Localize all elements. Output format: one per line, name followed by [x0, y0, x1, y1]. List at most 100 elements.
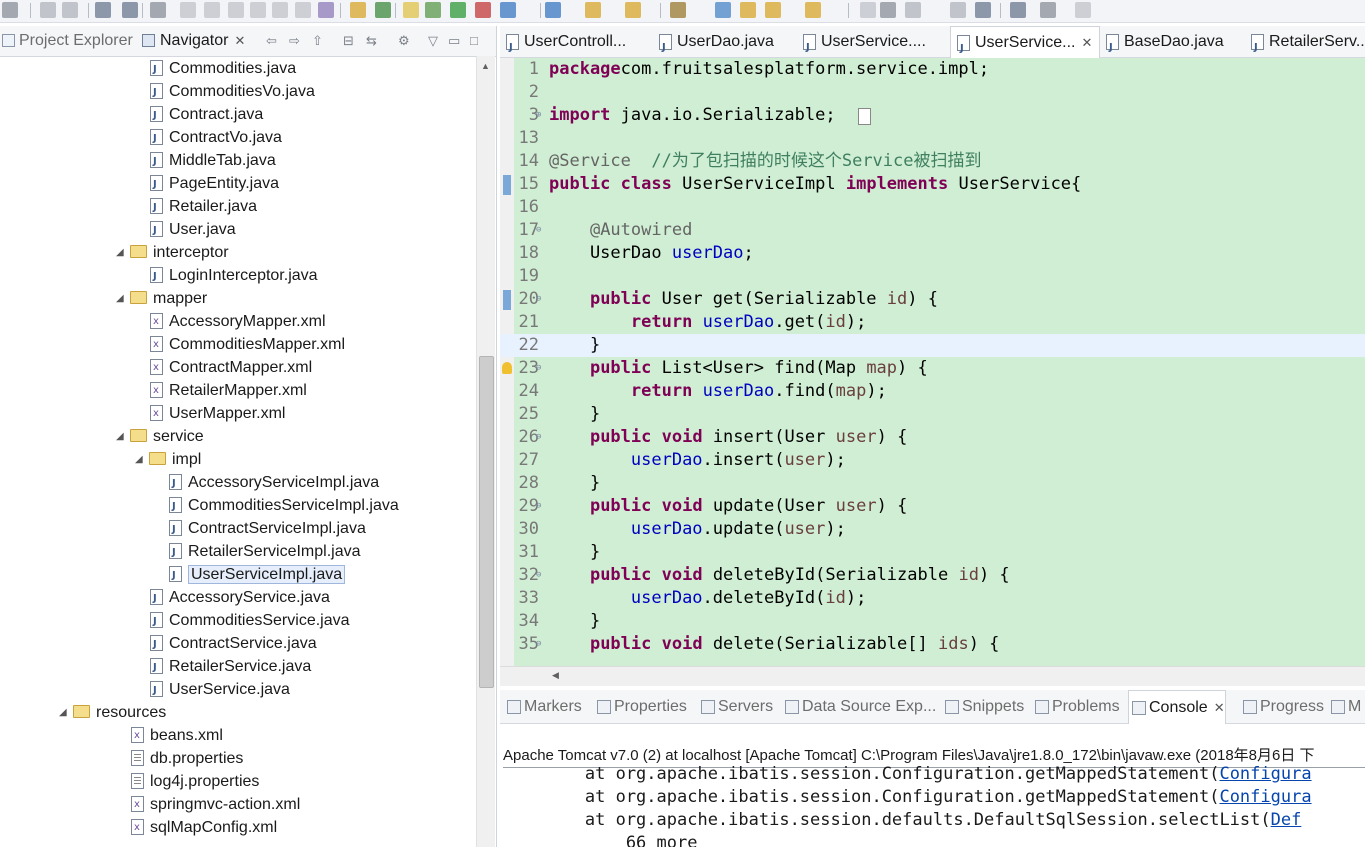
- tree-file[interactable]: MiddleTab.java: [150, 149, 276, 173]
- maximize-icon[interactable]: □: [470, 33, 478, 48]
- tree-file[interactable]: UserServiceImpl.java: [169, 563, 346, 587]
- tree-folder[interactable]: ◢ resources: [59, 701, 166, 724]
- tree-file[interactable]: Commodities.java: [150, 57, 296, 81]
- tree-file[interactable]: springmvc-action.xml: [131, 793, 300, 816]
- step3-icon[interactable]: [272, 2, 288, 18]
- code-line[interactable]: 35 ⊖ public void delete(Serializable[] id…: [500, 633, 1365, 656]
- coverage-icon[interactable]: [625, 2, 641, 18]
- tree-file[interactable]: RetailerServiceImpl.java: [169, 540, 361, 564]
- format-icon[interactable]: [350, 2, 366, 18]
- step2-icon[interactable]: [250, 2, 266, 18]
- tree-folder[interactable]: ◢ interceptor: [116, 241, 229, 264]
- tab-navigator[interactable]: Navigator ✕: [142, 32, 245, 50]
- collapse-fold-icon[interactable]: ⊖: [536, 426, 541, 449]
- link-editor-icon[interactable]: ⇆: [366, 33, 377, 49]
- code-line[interactable]: 29 ⊖ public void update(User user) {: [500, 495, 1365, 518]
- more-icon[interactable]: [1075, 2, 1091, 18]
- editor-tab[interactable]: BaseDao.java: [1100, 26, 1242, 63]
- tree-file[interactable]: UserMapper.xml: [150, 402, 285, 425]
- code-line[interactable]: [500, 656, 1365, 666]
- task-icon[interactable]: [860, 2, 876, 18]
- tree-file[interactable]: AccessoryService.java: [150, 586, 330, 610]
- open-icon[interactable]: [475, 2, 491, 18]
- view-menu-icon[interactable]: ▽: [428, 33, 438, 49]
- collapse-fold-icon[interactable]: ⊖: [536, 495, 541, 518]
- tree-file[interactable]: UserService.java: [150, 678, 290, 702]
- scroll-up-icon[interactable]: ▲: [481, 61, 490, 71]
- editor-tab[interactable]: UserService... ✕: [950, 26, 1100, 64]
- code-line[interactable]: 18 UserDao userDao;: [500, 242, 1365, 265]
- code-line[interactable]: 13: [500, 127, 1365, 150]
- code-line[interactable]: 14 @Service //为了包扫描的时候这个Service被扫描到: [500, 150, 1365, 173]
- save-all-icon[interactable]: [62, 2, 78, 18]
- tab-project-explorer[interactable]: Project Explorer: [2, 32, 133, 50]
- close-icon[interactable]: ✕: [1214, 700, 1225, 715]
- trace-link[interactable]: Configura: [1219, 787, 1311, 807]
- collapse-fold-icon[interactable]: ⊖: [536, 357, 541, 380]
- tab-progress[interactable]: Progress: [1240, 690, 1324, 723]
- up-icon[interactable]: ⇧: [312, 33, 323, 49]
- code-line[interactable]: 15 public class UserServiceImpl implement…: [500, 173, 1365, 196]
- editor-tab[interactable]: UserControll...: [500, 26, 650, 63]
- code-line[interactable]: 26 ⊖ public void insert(User user) {: [500, 426, 1365, 449]
- open-type-icon[interactable]: [450, 2, 466, 18]
- tree-folder[interactable]: ◢ impl: [135, 448, 201, 471]
- collapse-fold-icon[interactable]: ⊖: [536, 219, 541, 242]
- minimize-icon[interactable]: ▭: [448, 33, 460, 49]
- tree-file[interactable]: log4j.properties: [131, 770, 259, 793]
- next-annotation-icon[interactable]: [950, 2, 966, 18]
- code-line[interactable]: 23 ⊖ public List<User> find(Map map) {: [500, 357, 1365, 380]
- code-line[interactable]: 25 }: [500, 403, 1365, 426]
- scrollbar-thumb[interactable]: [479, 356, 494, 688]
- java-icon[interactable]: [740, 2, 756, 18]
- code-line[interactable]: 24 return userDao.find(map);: [500, 380, 1365, 403]
- code-line[interactable]: 30 userDao.update(user);: [500, 518, 1365, 541]
- editor-tab[interactable]: UserService....: [797, 26, 947, 63]
- tree-file[interactable]: AccessoryServiceImpl.java: [169, 471, 379, 495]
- scroll-left-icon[interactable]: ◀: [552, 670, 559, 681]
- trace-link[interactable]: Configura: [1219, 764, 1311, 784]
- code-line[interactable]: 16: [500, 196, 1365, 219]
- skip-icon[interactable]: [204, 2, 220, 18]
- horizontal-scrollbar[interactable]: ◀: [500, 666, 1365, 686]
- terminal-icon[interactable]: [122, 2, 138, 18]
- tree-file[interactable]: CommoditiesMapper.xml: [150, 333, 345, 356]
- tree-file[interactable]: CommoditiesServiceImpl.java: [169, 494, 399, 518]
- code-line[interactable]: 19: [500, 265, 1365, 288]
- close-icon[interactable]: ✕: [1081, 35, 1092, 50]
- tree-file[interactable]: LoginInterceptor.java: [150, 264, 318, 288]
- step5-icon[interactable]: [318, 2, 334, 18]
- tree-file[interactable]: CommoditiesService.java: [150, 609, 350, 633]
- forward-icon[interactable]: ⇨: [289, 33, 300, 49]
- tab-data-source[interactable]: Data Source Exp...: [782, 690, 936, 723]
- tree-file[interactable]: sqlMapConfig.xml: [131, 816, 277, 839]
- tree-file[interactable]: db.properties: [131, 747, 243, 770]
- code-line[interactable]: 1 packagecom.fruitsalesplatform.service.i…: [500, 58, 1365, 81]
- prev-annotation-icon[interactable]: [975, 2, 991, 18]
- wizard-icon[interactable]: [403, 2, 419, 18]
- run-dropdown-icon[interactable]: [545, 2, 561, 18]
- code-line[interactable]: 20 ⊖ public User get(Serializable id) {: [500, 288, 1365, 311]
- run-icon[interactable]: [500, 2, 516, 18]
- code-line[interactable]: 34 }: [500, 610, 1365, 633]
- pencil-icon[interactable]: [425, 2, 441, 18]
- servers-icon[interactable]: [670, 2, 686, 18]
- code-line[interactable]: 2: [500, 81, 1365, 104]
- globe-icon[interactable]: [880, 2, 896, 18]
- code-line[interactable]: 3 ⊕ import java.io.Serializable;: [500, 104, 1365, 127]
- back-icon[interactable]: [1010, 2, 1026, 18]
- code-line[interactable]: 21 return userDao.get(id);: [500, 311, 1365, 334]
- filter-icon[interactable]: ⚙: [398, 33, 410, 49]
- tools-icon[interactable]: [375, 2, 391, 18]
- tree-scrollbar[interactable]: ▲: [476, 56, 495, 847]
- tree-file[interactable]: PageEntity.java: [150, 172, 279, 196]
- tree-file[interactable]: Contract.java: [150, 103, 263, 127]
- step4-icon[interactable]: [295, 2, 311, 18]
- tree-file[interactable]: CommoditiesVo.java: [150, 80, 315, 104]
- tree-file[interactable]: User.java: [150, 218, 236, 242]
- tree-file[interactable]: RetailerService.java: [150, 655, 311, 679]
- tree-file[interactable]: Retailer.java: [150, 195, 257, 219]
- code-line[interactable]: 27 userDao.insert(user);: [500, 449, 1365, 472]
- tree-file[interactable]: beans.xml: [131, 724, 223, 747]
- step-icon[interactable]: [228, 2, 244, 18]
